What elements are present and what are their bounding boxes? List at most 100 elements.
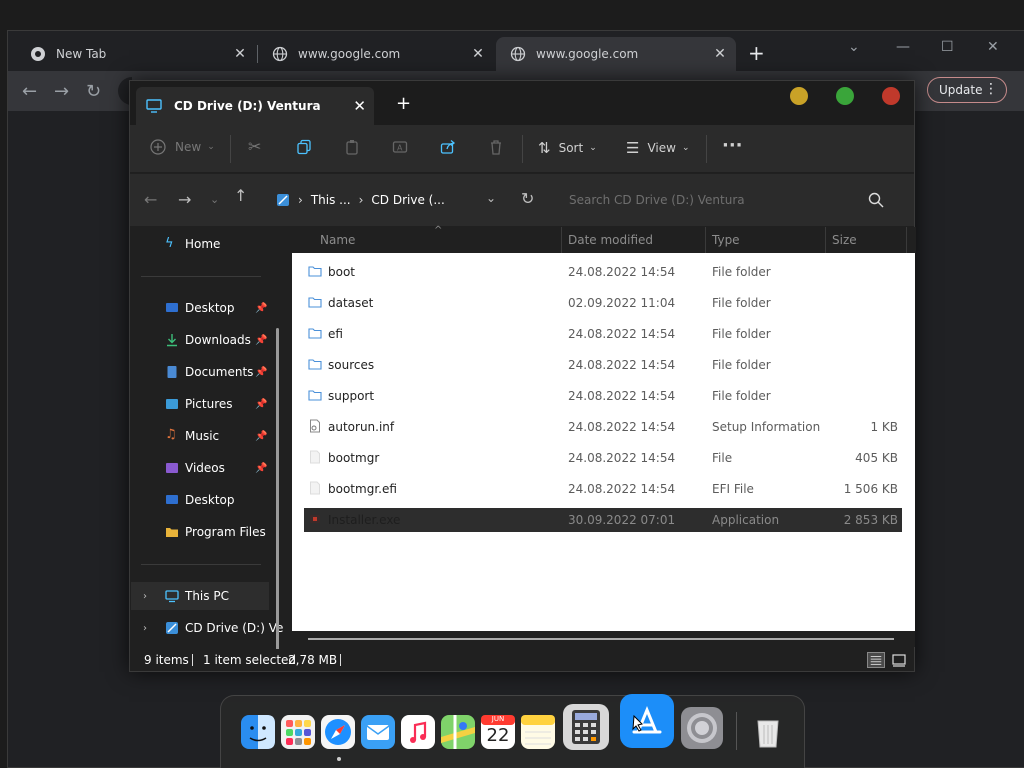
minimize-icon[interactable]: —: [896, 39, 910, 55]
maximize-icon[interactable]: ☐: [941, 39, 954, 55]
app-store-app[interactable]: [620, 694, 674, 748]
more-options-icon[interactable]: ···: [722, 135, 743, 156]
pin-icon: 📌: [255, 398, 268, 410]
file-row-autorun[interactable]: autorun.inf 24.08.2022 14:54 Setup Infor…: [304, 415, 902, 439]
monitor-icon: [165, 590, 179, 603]
refresh-icon[interactable]: ↻: [521, 189, 534, 208]
horizontal-scrollbar[interactable]: [308, 638, 894, 640]
back-icon[interactable]: ←: [144, 190, 157, 209]
sidebar-item-downloads[interactable]: Downloads 📌: [131, 326, 271, 354]
explorer-tab[interactable]: CD Drive (D:) Ventura ✕: [136, 87, 374, 125]
browser-tab-new-tab[interactable]: New Tab ✕: [16, 37, 256, 71]
safari-app[interactable]: [321, 715, 355, 749]
column-header-name[interactable]: Name: [320, 233, 355, 247]
launchpad-app[interactable]: [281, 715, 315, 749]
folder-icon: [166, 528, 178, 537]
close-window-icon[interactable]: ✕: [987, 39, 999, 55]
column-header-date[interactable]: Date modified: [568, 233, 653, 247]
sidebar-item-program-files[interactable]: Program Files: [131, 518, 271, 546]
update-button[interactable]: Update ⋮: [927, 77, 1007, 103]
close-icon[interactable]: ✕: [353, 97, 366, 115]
sidebar-item-cd-drive[interactable]: › CD Drive (D:) Ve: [131, 614, 283, 642]
globe-icon: [272, 46, 288, 62]
system-preferences-app[interactable]: [681, 707, 723, 749]
breadcrumb-dropdown-icon[interactable]: ⌄: [486, 191, 496, 205]
file-row-installer[interactable]: Installer.exe 30.09.2022 07:01 Applicati…: [304, 508, 902, 532]
new-button[interactable]: New ⌄: [150, 139, 215, 155]
plus-circle-icon: [150, 139, 166, 155]
browser-tab-google-1[interactable]: www.google.com ✕: [258, 37, 494, 71]
breadcrumb-cd-drive[interactable]: CD Drive (...: [371, 193, 444, 207]
sidebar-scrollbar[interactable]: [276, 328, 279, 658]
tab-search-icon[interactable]: ⌄: [848, 39, 860, 55]
search-icon[interactable]: [868, 192, 884, 208]
sidebar-item-label: Music: [185, 429, 220, 443]
finder-app[interactable]: [241, 715, 275, 749]
file-row-efi[interactable]: efi 24.08.2022 14:54 File folder: [304, 322, 902, 346]
file-row-dataset[interactable]: dataset 02.09.2022 11:04 File folder: [304, 291, 902, 315]
minimize-button[interactable]: [790, 87, 808, 105]
new-tab-button[interactable]: +: [396, 93, 411, 114]
recent-locations-icon[interactable]: ⌄: [210, 193, 219, 206]
trash-app[interactable]: [751, 715, 785, 749]
sort-button[interactable]: ⇅ Sort ⌄: [538, 139, 597, 157]
new-label: New: [175, 140, 202, 154]
close-button[interactable]: [882, 87, 900, 105]
up-icon[interactable]: ↑: [234, 186, 247, 205]
mail-app[interactable]: [361, 715, 395, 749]
sidebar-item-label: Home: [185, 237, 221, 251]
forward-icon[interactable]: →: [54, 81, 69, 102]
forward-icon[interactable]: →: [178, 190, 191, 209]
file-row-boot[interactable]: boot 24.08.2022 14:54 File folder: [304, 260, 902, 284]
maps-app[interactable]: [441, 715, 475, 749]
paste-icon[interactable]: [344, 139, 360, 155]
sidebar-item-desktop[interactable]: Desktop 📌: [131, 294, 271, 322]
maximize-button[interactable]: [836, 87, 854, 105]
back-icon[interactable]: ←: [22, 81, 37, 102]
file-icon: [310, 450, 320, 464]
music-app[interactable]: [401, 715, 435, 749]
command-bar: New ⌄ ✂ A ⇅ Sort ⌄ ☰ View ⌄ ···: [130, 125, 914, 173]
cut-icon[interactable]: ✂: [248, 137, 261, 156]
file-row-bootmgr[interactable]: bootmgr 24.08.2022 14:54 File 405 KB: [304, 446, 902, 470]
browser-tab-google-2[interactable]: www.google.com ✕: [496, 37, 736, 71]
close-icon[interactable]: ✕: [710, 46, 730, 62]
search-input[interactable]: Search CD Drive (D:) Ventura: [560, 188, 900, 212]
file-row-support[interactable]: support 24.08.2022 14:54 File folder: [304, 384, 902, 408]
rename-icon[interactable]: A: [392, 139, 408, 155]
share-icon[interactable]: [440, 139, 456, 155]
file-row-bootmgr-efi[interactable]: bootmgr.efi 24.08.2022 14:54 EFI File 1 …: [304, 477, 902, 501]
sidebar-item-home[interactable]: ϟ Home: [131, 230, 271, 258]
file-row-sources[interactable]: sources 24.08.2022 14:54 File folder: [304, 353, 902, 377]
breadcrumb[interactable]: › This ... › CD Drive (...: [276, 189, 445, 211]
column-header-size[interactable]: Size: [832, 233, 857, 247]
tiles-view-icon[interactable]: [890, 652, 908, 668]
chevron-right-icon[interactable]: ›: [143, 623, 147, 634]
column-header-type[interactable]: Type: [712, 233, 740, 247]
calendar-app[interactable]: JUN 22: [481, 715, 515, 749]
column-header-row: Name ^ Date modified Type Size: [292, 225, 916, 253]
update-label: Update: [939, 83, 983, 97]
sidebar-item-pictures[interactable]: Pictures 📌: [131, 390, 271, 418]
browser-tab-label: www.google.com: [298, 47, 401, 61]
view-button[interactable]: ☰ View ⌄: [626, 139, 689, 157]
delete-icon[interactable]: [488, 139, 504, 155]
sidebar-item-documents[interactable]: Documents 📌: [131, 358, 271, 386]
sidebar-item-videos[interactable]: Videos 📌: [131, 454, 271, 482]
reload-icon[interactable]: ↻: [86, 81, 101, 102]
browser-tab-label: New Tab: [56, 47, 107, 61]
close-icon[interactable]: ✕: [230, 46, 250, 62]
sidebar-item-music[interactable]: ♫ Music 📌: [131, 422, 271, 450]
sidebar-item-this-pc[interactable]: › This PC: [131, 582, 269, 610]
calculator-app[interactable]: [563, 704, 609, 750]
copy-icon[interactable]: [296, 139, 312, 155]
chevron-right-icon[interactable]: ›: [143, 591, 147, 602]
sidebar-item-desktop-2[interactable]: Desktop: [131, 486, 271, 514]
close-icon[interactable]: ✕: [468, 46, 488, 62]
explorer-titlebar: CD Drive (D:) Ventura ✕ +: [130, 81, 914, 125]
details-view-icon[interactable]: [867, 652, 885, 668]
menu-dots-icon[interactable]: ⋮: [984, 81, 998, 97]
breadcrumb-this-pc[interactable]: This ...: [311, 193, 351, 207]
notes-app[interactable]: [521, 715, 555, 749]
new-tab-button[interactable]: +: [748, 43, 765, 63]
